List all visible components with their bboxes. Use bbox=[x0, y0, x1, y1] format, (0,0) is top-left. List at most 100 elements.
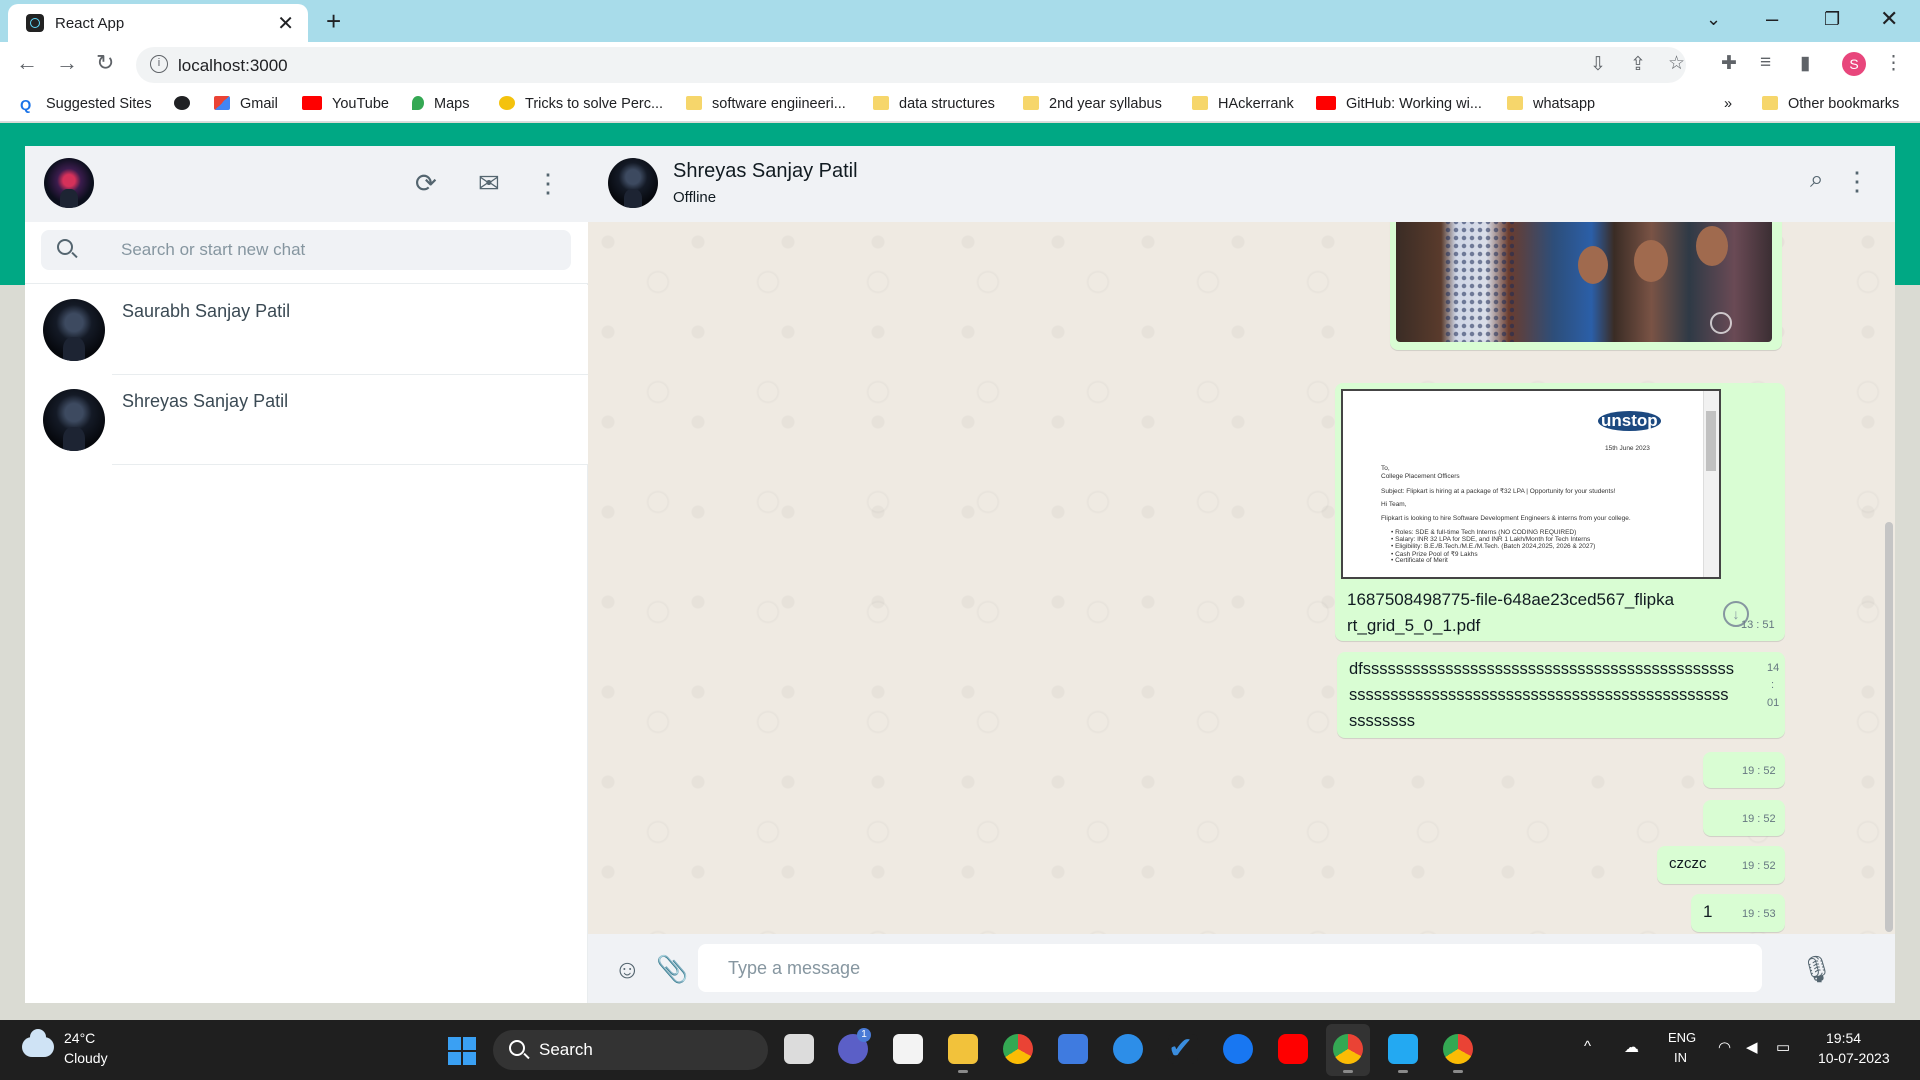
folder-icon bbox=[1192, 96, 1208, 110]
emoji-icon[interactable]: ☺ bbox=[614, 954, 641, 985]
message-list[interactable]: unstop 15th June 2023 To, College Placem… bbox=[588, 222, 1895, 934]
language-bottom[interactable]: IN bbox=[1674, 1050, 1687, 1065]
chat-list-item[interactable]: Saurabh Sanjay Patil bbox=[25, 285, 588, 375]
language-top[interactable]: ENG bbox=[1668, 1030, 1696, 1045]
taskbar-search[interactable]: Search bbox=[493, 1030, 768, 1070]
task-view-icon[interactable] bbox=[784, 1034, 814, 1064]
clock-time[interactable]: 19:54 bbox=[1826, 1030, 1861, 1046]
pdf-scroll-thumb[interactable] bbox=[1706, 411, 1716, 471]
forward-arrow-icon[interactable]: → bbox=[56, 50, 78, 76]
help-icon[interactable] bbox=[1113, 1034, 1143, 1064]
status-icon[interactable]: ⟳ bbox=[415, 168, 437, 199]
todo-check-icon[interactable]: ✔ bbox=[1168, 1034, 1198, 1064]
text-message[interactable]: 19 : 52 bbox=[1703, 752, 1785, 788]
chat-list-item[interactable]: Shreyas Sanjay Patil bbox=[25, 375, 588, 465]
youtube-icon[interactable] bbox=[1278, 1034, 1308, 1064]
weather-temperature[interactable]: 24°C bbox=[64, 1030, 95, 1046]
address-url[interactable]: localhost:3000 bbox=[178, 56, 288, 76]
bookmark-whatsapp[interactable]: whatsapp bbox=[1507, 96, 1595, 112]
onedrive-icon[interactable]: ☁ bbox=[1624, 1038, 1639, 1056]
reading-list-icon[interactable]: ≡ bbox=[1760, 52, 1771, 74]
reload-icon[interactable]: ↻ bbox=[96, 50, 114, 76]
other-bookmarks[interactable]: Other bookmarks bbox=[1762, 96, 1899, 112]
photo-download-icon[interactable] bbox=[1710, 312, 1732, 334]
install-app-icon[interactable]: ⇩ bbox=[1590, 53, 1606, 76]
pdf-preview[interactable]: unstop 15th June 2023 To, College Placem… bbox=[1341, 389, 1721, 579]
bookmarks-overflow-button[interactable]: » bbox=[1724, 96, 1732, 112]
bookmark-software-engineering[interactable]: software engiineeri... bbox=[686, 96, 846, 112]
bookmark-data-structures[interactable]: data structures bbox=[873, 96, 995, 112]
search-input[interactable] bbox=[121, 230, 551, 270]
close-tab-icon[interactable]: ✕ bbox=[277, 11, 294, 36]
chrome-profile-icon[interactable] bbox=[1333, 1034, 1363, 1073]
file-explorer-icon[interactable] bbox=[948, 1034, 978, 1073]
messages-scrollbar[interactable] bbox=[1885, 522, 1893, 932]
windows-taskbar: 24°C Cloudy Search 1 ✔ ^ ☁ ENG IN ◠ ◀ ▭ … bbox=[0, 1020, 1920, 1080]
new-tab-button[interactable]: + bbox=[326, 6, 341, 37]
chrome-menu-icon[interactable]: ⋮ bbox=[1884, 52, 1903, 75]
restore-button[interactable]: ❐ bbox=[1824, 9, 1840, 30]
chrome-icon[interactable] bbox=[1003, 1034, 1033, 1064]
bookmark-suggested-sites[interactable]: Q Suggested Sites bbox=[20, 96, 152, 114]
chrome-profile-icon[interactable] bbox=[1443, 1034, 1473, 1073]
clock-date[interactable]: 10-07-2023 bbox=[1818, 1050, 1890, 1066]
chat-header[interactable]: Shreyas Sanjay Patil Offline ⌕ ⋮ bbox=[588, 146, 1895, 222]
bookmark-hackerrank[interactable]: HAckerrank bbox=[1192, 96, 1294, 112]
browser-tab[interactable]: React App ✕ bbox=[8, 4, 308, 42]
pdf-text-line: • Eligibility: B.E./B.Tech./M.E./M.Tech.… bbox=[1391, 543, 1596, 550]
weather-condition[interactable]: Cloudy bbox=[64, 1050, 108, 1066]
volume-icon[interactable]: ◀ bbox=[1746, 1038, 1758, 1056]
attach-clip-icon[interactable]: 📎 bbox=[656, 954, 688, 985]
message-composer: ☺ 📎 🎙 bbox=[588, 934, 1895, 1003]
close-window-button[interactable]: ✕ bbox=[1880, 6, 1898, 32]
message-time-hour: 14 bbox=[1767, 662, 1780, 674]
extensions-icon[interactable]: ✚ bbox=[1721, 52, 1737, 75]
tab-search-chevron-icon[interactable]: ⌄ bbox=[1706, 9, 1721, 30]
facebook-icon[interactable] bbox=[1223, 1034, 1253, 1064]
file-message[interactable]: unstop 15th June 2023 To, College Placem… bbox=[1335, 383, 1785, 641]
windows-start-icon[interactable] bbox=[448, 1037, 476, 1065]
profile-avatar[interactable]: S bbox=[1842, 52, 1866, 76]
text-message[interactable]: dfssssssssssssssssssssssssssssssssssssss… bbox=[1337, 652, 1785, 738]
text-message[interactable]: 19 : 52 bbox=[1703, 800, 1785, 836]
contact-avatar[interactable] bbox=[608, 158, 658, 208]
bookmark-globe[interactable] bbox=[174, 96, 200, 112]
contact-name[interactable]: Shreyas Sanjay Patil bbox=[673, 160, 858, 183]
pdf-scrollbar[interactable] bbox=[1703, 391, 1719, 577]
minimize-button[interactable]: – bbox=[1766, 6, 1778, 32]
address-bar[interactable]: i localhost:3000 ⇩ ⇪ ☆ bbox=[136, 47, 1686, 83]
microphone-icon[interactable]: 🎙 bbox=[1800, 954, 1833, 985]
bookmark-maps[interactable]: Maps bbox=[412, 96, 469, 112]
message-input[interactable] bbox=[698, 944, 1762, 992]
bookmark-gmail[interactable]: Gmail bbox=[214, 96, 278, 112]
vscode-icon[interactable] bbox=[1388, 1034, 1418, 1073]
chat-menu-dots-icon[interactable]: ⋮ bbox=[1844, 166, 1870, 197]
battery-icon[interactable]: ▭ bbox=[1776, 1038, 1790, 1056]
back-arrow-icon[interactable]: ← bbox=[16, 50, 38, 76]
file-name[interactable]: 1687508498775-file-648ae23ced567_flipkar… bbox=[1347, 587, 1677, 639]
teams-icon[interactable]: 1 bbox=[838, 1028, 871, 1064]
message-time-minute: 01 bbox=[1767, 697, 1780, 709]
new-chat-icon[interactable]: ✉ bbox=[478, 168, 500, 199]
notepad-icon[interactable] bbox=[1058, 1034, 1088, 1064]
contact-status: Offline bbox=[673, 189, 717, 206]
site-info-icon[interactable]: i bbox=[150, 55, 168, 73]
bookmark-tricks[interactable]: Tricks to solve Perc... bbox=[499, 96, 663, 112]
message-photo[interactable] bbox=[1396, 222, 1772, 342]
search-messages-icon[interactable]: ⌕ bbox=[1810, 166, 1823, 194]
menu-dots-icon[interactable]: ⋮ bbox=[535, 168, 561, 199]
store-icon[interactable] bbox=[893, 1034, 923, 1064]
side-panel-icon[interactable]: ▮ bbox=[1800, 52, 1810, 75]
bookmark-star-icon[interactable]: ☆ bbox=[1668, 52, 1685, 75]
bookmark-github[interactable]: GitHub: Working wi... bbox=[1316, 96, 1482, 112]
text-message[interactable]: czczc 19 : 52 bbox=[1657, 846, 1785, 884]
wifi-icon[interactable]: ◠ bbox=[1718, 1038, 1731, 1056]
image-message[interactable] bbox=[1390, 222, 1782, 350]
cloud-icon[interactable] bbox=[22, 1029, 54, 1057]
bookmark-2nd-year-syllabus[interactable]: 2nd year syllabus bbox=[1023, 96, 1162, 112]
share-icon[interactable]: ⇪ bbox=[1630, 53, 1646, 76]
my-avatar[interactable] bbox=[44, 158, 94, 208]
chevron-up-icon[interactable]: ^ bbox=[1584, 1038, 1591, 1055]
text-message[interactable]: 1 19 : 53 bbox=[1691, 894, 1785, 932]
bookmark-youtube[interactable]: YouTube bbox=[302, 96, 389, 112]
